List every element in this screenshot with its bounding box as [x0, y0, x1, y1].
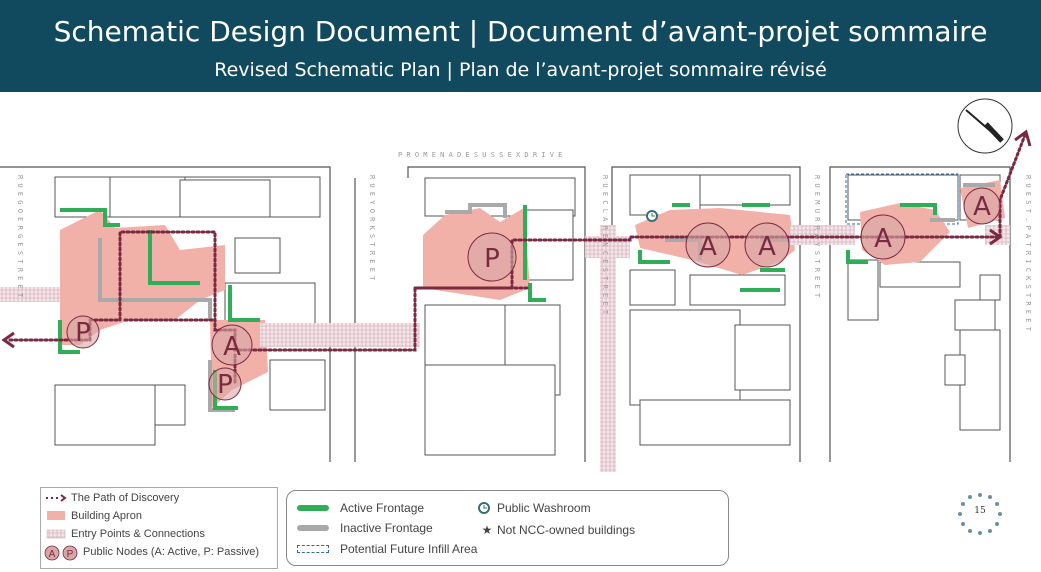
legend-washroom: Public Washroom: [477, 501, 591, 515]
legend-inactive: Inactive Frontage: [295, 521, 433, 535]
node-symbols: A P: [43, 545, 83, 561]
node-active: A: [211, 324, 253, 366]
node-passive: P: [208, 367, 242, 401]
legend-infill: Potential Future Infill Area: [295, 542, 477, 556]
north-arrow-icon: [957, 98, 1013, 154]
legend-apron: Building Apron: [43, 509, 142, 523]
node-passive: P: [66, 315, 100, 349]
legend-middle: Active Frontage Inactive Frontage Potent…: [286, 490, 729, 566]
street-label-murray: R U E M U R R A Y S T R E E T: [813, 175, 821, 298]
inactive-frontage-swatch: [295, 521, 340, 535]
svg-text:A: A: [49, 549, 56, 560]
svg-text:A: A: [973, 192, 991, 222]
washroom-icon: [477, 501, 497, 515]
svg-text:A: A: [758, 232, 776, 262]
star-icon: ★: [481, 523, 493, 537]
street-label-st-patrick: R U E S T . P A T R I C K S T R E E T: [1024, 175, 1032, 332]
street-label-promenade: P R O M E N A D E S U S S E X D R I V E: [398, 151, 562, 159]
node-active: A: [963, 187, 1001, 225]
svg-text:A: A: [223, 332, 241, 362]
svg-text:A: A: [874, 224, 892, 254]
page-number-badge: 15: [945, 490, 1015, 538]
svg-text:P: P: [67, 549, 74, 560]
path-of-discovery-symbol: [43, 491, 71, 505]
page-title: Schematic Design Document | Document d’a…: [53, 15, 988, 48]
page-subtitle: Revised Schematic Plan | Plan de l’avant…: [214, 59, 827, 81]
street-label-clarence: R U E C L A R E N C E S T R E E T: [601, 175, 609, 315]
street-label-george: R U E G O E R G E S T R E E T: [16, 175, 24, 298]
street-label-york: R U E Y O R K S T R E E T: [368, 175, 376, 281]
entry-swatch: [43, 527, 71, 541]
page-number: 15: [974, 506, 986, 516]
legend-path: The Path of Discovery: [43, 491, 179, 505]
header-banner: Schematic Design Document | Document d’a…: [0, 0, 1041, 92]
svg-text:P: P: [217, 370, 233, 400]
svg-text:P: P: [75, 318, 91, 348]
legend-active: Active Frontage: [295, 501, 424, 515]
legend-ncc: ★ Not NCC-owned buildings: [477, 523, 635, 537]
node-active: A: [860, 214, 906, 260]
node-active: A: [744, 222, 790, 268]
active-frontage-swatch: [295, 501, 340, 515]
node-active: A: [685, 222, 731, 268]
site-plan: P A P P A A A A P R O M E N A D E S U S …: [0, 98, 1032, 472]
node-passive: P: [467, 232, 517, 282]
apron-swatch: [43, 509, 71, 523]
washroom-icon: [646, 210, 658, 222]
svg-text:A: A: [699, 232, 717, 262]
svg-text:P: P: [484, 244, 500, 274]
infill-swatch: [295, 542, 340, 556]
legend-entry: Entry Points & Connections: [43, 527, 205, 541]
legend-nodes: A P Public Nodes (A: Active, P: Passive): [43, 545, 259, 561]
legend-left: The Path of Discovery Building Apron Ent…: [40, 487, 278, 569]
